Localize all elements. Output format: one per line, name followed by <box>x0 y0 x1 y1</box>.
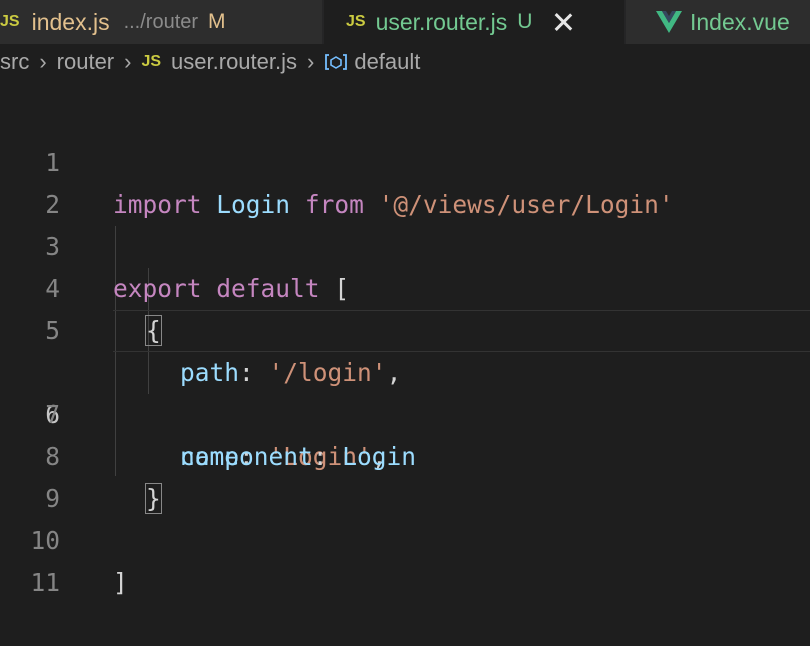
code-line: 5 path: '/login', <box>0 268 810 387</box>
code-line: 4 { <box>0 226 810 346</box>
breadcrumb-item-file[interactable]: user.router.js <box>171 49 297 75</box>
bracket: ] <box>113 568 128 597</box>
vue-icon <box>656 11 682 33</box>
current-line: 6 name: 'Login', <box>0 310 810 471</box>
code-line: 8 } <box>0 394 810 514</box>
code-line: 3 export default [ <box>0 184 810 303</box>
code-line: 1 import Login from '@/views/user/Login' <box>0 100 810 219</box>
chevron-right-icon: › <box>307 49 315 74</box>
breadcrumb-item-src[interactable]: src <box>0 49 29 75</box>
tab-label: Index.vue <box>690 8 790 35</box>
code-line: 9 <box>0 436 810 513</box>
current-line-highlight <box>113 310 810 352</box>
chevron-right-icon: › <box>39 49 47 74</box>
symbol-variable-icon <box>325 54 348 70</box>
tab-user-router-js[interactable]: JS user.router.js U <box>324 0 624 44</box>
modified-badge: M <box>208 10 226 33</box>
close-icon[interactable] <box>552 11 574 33</box>
untracked-badge: U <box>517 10 533 33</box>
tab-index-vue[interactable]: Index.vue <box>626 0 810 44</box>
js-file-icon: JS <box>0 13 20 30</box>
code-line: 7 component: Login <box>0 352 810 471</box>
js-file-icon: JS <box>346 13 366 30</box>
tab-index-js[interactable]: JS index.js .../router M <box>0 0 322 44</box>
tab-label: user.router.js <box>375 8 508 35</box>
code-line: 2 <box>0 142 810 219</box>
tab-directory: .../router <box>123 10 199 33</box>
breadcrumb: src › router › JS user.router.js › defau… <box>0 44 810 80</box>
js-file-icon: JS <box>141 53 162 70</box>
tab-label: index.js <box>31 8 110 35</box>
code-editor[interactable]: 1 import Login from '@/views/user/Login'… <box>0 100 810 597</box>
line-number: 11 <box>30 568 60 597</box>
tab-bar: JS index.js .../router M JS user.router.… <box>0 0 810 44</box>
code-line: 11 <box>0 520 810 597</box>
chevron-right-icon: › <box>124 49 132 74</box>
breadcrumb-item-default[interactable]: default <box>354 49 420 75</box>
code-line: 10 ] <box>0 478 810 597</box>
breadcrumb-item-router[interactable]: router <box>57 49 114 75</box>
